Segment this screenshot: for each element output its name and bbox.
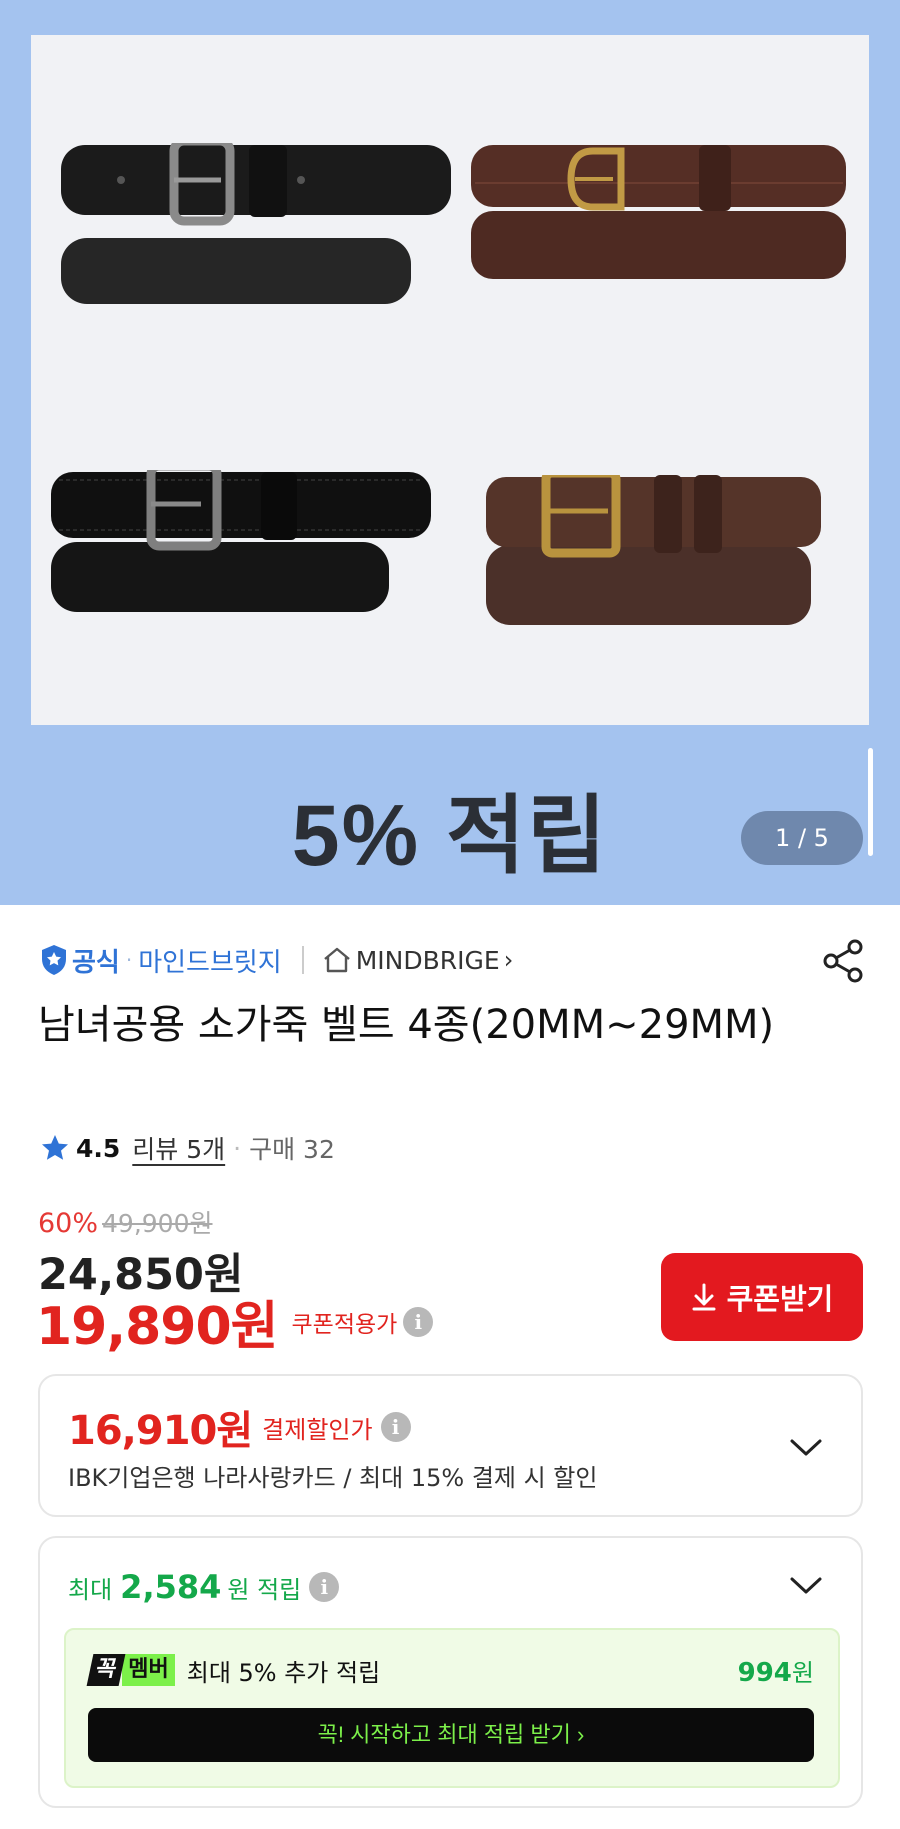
chevron-down-icon[interactable] — [789, 1438, 823, 1458]
official-badge-label: 공식 — [72, 947, 120, 978]
kkok-badge: 꼭 — [86, 1654, 126, 1686]
belt-brown-gold-image — [471, 145, 846, 279]
original-price: 49,900원 — [102, 1209, 213, 1238]
info-icon[interactable]: i — [309, 1572, 340, 1602]
product-photo — [31, 35, 869, 725]
rating-row: 4.5 리뷰 5개 · 구매 32 — [40, 1130, 335, 1166]
member-benefit-box: 꼭 멤버 최대 5% 추가 적립 994원 꼭! 시작하고 최대 적립 받기 › — [64, 1628, 840, 1788]
points-card: 최대 2,584 원 적립 i 꼭 멤버 최대 5% 추가 적립 994원 꼭!… — [38, 1536, 863, 1808]
belt-black-silver-image — [61, 143, 451, 304]
separator-dot: · — [125, 948, 133, 972]
discount-row: 60% 49,900원 — [38, 1204, 213, 1240]
shield-check-icon — [42, 945, 66, 975]
brand-row: 공식 · 마인드브릿지 MINDBRIGE › — [40, 940, 513, 980]
member-benefit-row: 꼭 멤버 최대 5% 추가 적립 994원 — [86, 1652, 814, 1688]
payment-price: 16,910원 — [68, 1408, 253, 1454]
star-icon — [42, 1135, 68, 1160]
payment-price-label: 결제할인가 — [262, 1415, 373, 1444]
separator-dot: · — [233, 1133, 242, 1163]
member-points-value: 994 — [737, 1657, 792, 1688]
max-points-amount: 2,584 — [120, 1568, 222, 1606]
member-points-amount: 994원 — [738, 1653, 814, 1688]
chevron-down-icon[interactable] — [789, 1576, 823, 1596]
payment-description: IBK기업은행 나라사랑카드 / 최대 15% 결제 시 할인 — [68, 1464, 598, 1492]
max-points-row: 최대 2,584 원 적립 i — [68, 1568, 340, 1606]
purchase-count: 구매 32 — [249, 1135, 335, 1164]
coupon-price: 19,890원 — [36, 1297, 279, 1357]
info-icon[interactable]: i — [403, 1306, 434, 1337]
share-icon[interactable] — [822, 938, 866, 984]
member-badge: 멤버 — [122, 1654, 175, 1686]
payment-discount-card[interactable]: 16,910원 결제할인가 i IBK기업은행 나라사랑카드 / 최대 15% … — [38, 1374, 863, 1517]
divider — [301, 946, 304, 974]
belt-suede-brown-image — [486, 475, 821, 625]
product-title: 남녀공용 소가죽 벨트 4종(20MM~29MM) — [38, 1002, 775, 1048]
belt-black-stitched-image — [51, 470, 431, 612]
max-points-prefix: 최대 — [68, 1575, 113, 1604]
discount-rate: 60% — [38, 1208, 99, 1239]
coupon-price-row: 19,890원 쿠폰적용가 i — [36, 1284, 434, 1359]
get-coupon-label: 쿠폰받기 — [726, 1284, 834, 1316]
product-image-gallery[interactable]: 5% 적립 1 / 5 — [0, 0, 900, 905]
chevron-right-icon: › — [503, 946, 514, 974]
home-icon — [323, 947, 350, 973]
store-name: MINDBRIGE — [355, 945, 500, 975]
info-icon[interactable]: i — [380, 1412, 411, 1442]
get-coupon-button[interactable]: 쿠폰받기 — [661, 1253, 863, 1341]
start-membership-button[interactable]: 꼭! 시작하고 최대 적립 받기 › — [88, 1708, 814, 1762]
member-benefit-text: 최대 5% 추가 적립 — [186, 1658, 381, 1687]
store-link[interactable]: MINDBRIGE › — [322, 945, 514, 975]
max-points-suffix: 원 적립 — [227, 1575, 302, 1604]
payment-price-row: 16,910원 결제할인가 i — [68, 1398, 411, 1456]
review-count-link[interactable]: 리뷰 5개 — [132, 1130, 225, 1166]
rating-score: 4.5 — [76, 1133, 121, 1163]
gallery-pager: 1 / 5 — [741, 811, 863, 865]
coupon-price-label: 쿠폰적용가 — [291, 1311, 398, 1338]
download-icon — [692, 1283, 716, 1311]
brand-name-link[interactable]: 마인드브릿지 — [138, 942, 282, 979]
scroll-indicator — [868, 748, 873, 856]
member-points-unit: 원 — [791, 1658, 814, 1687]
